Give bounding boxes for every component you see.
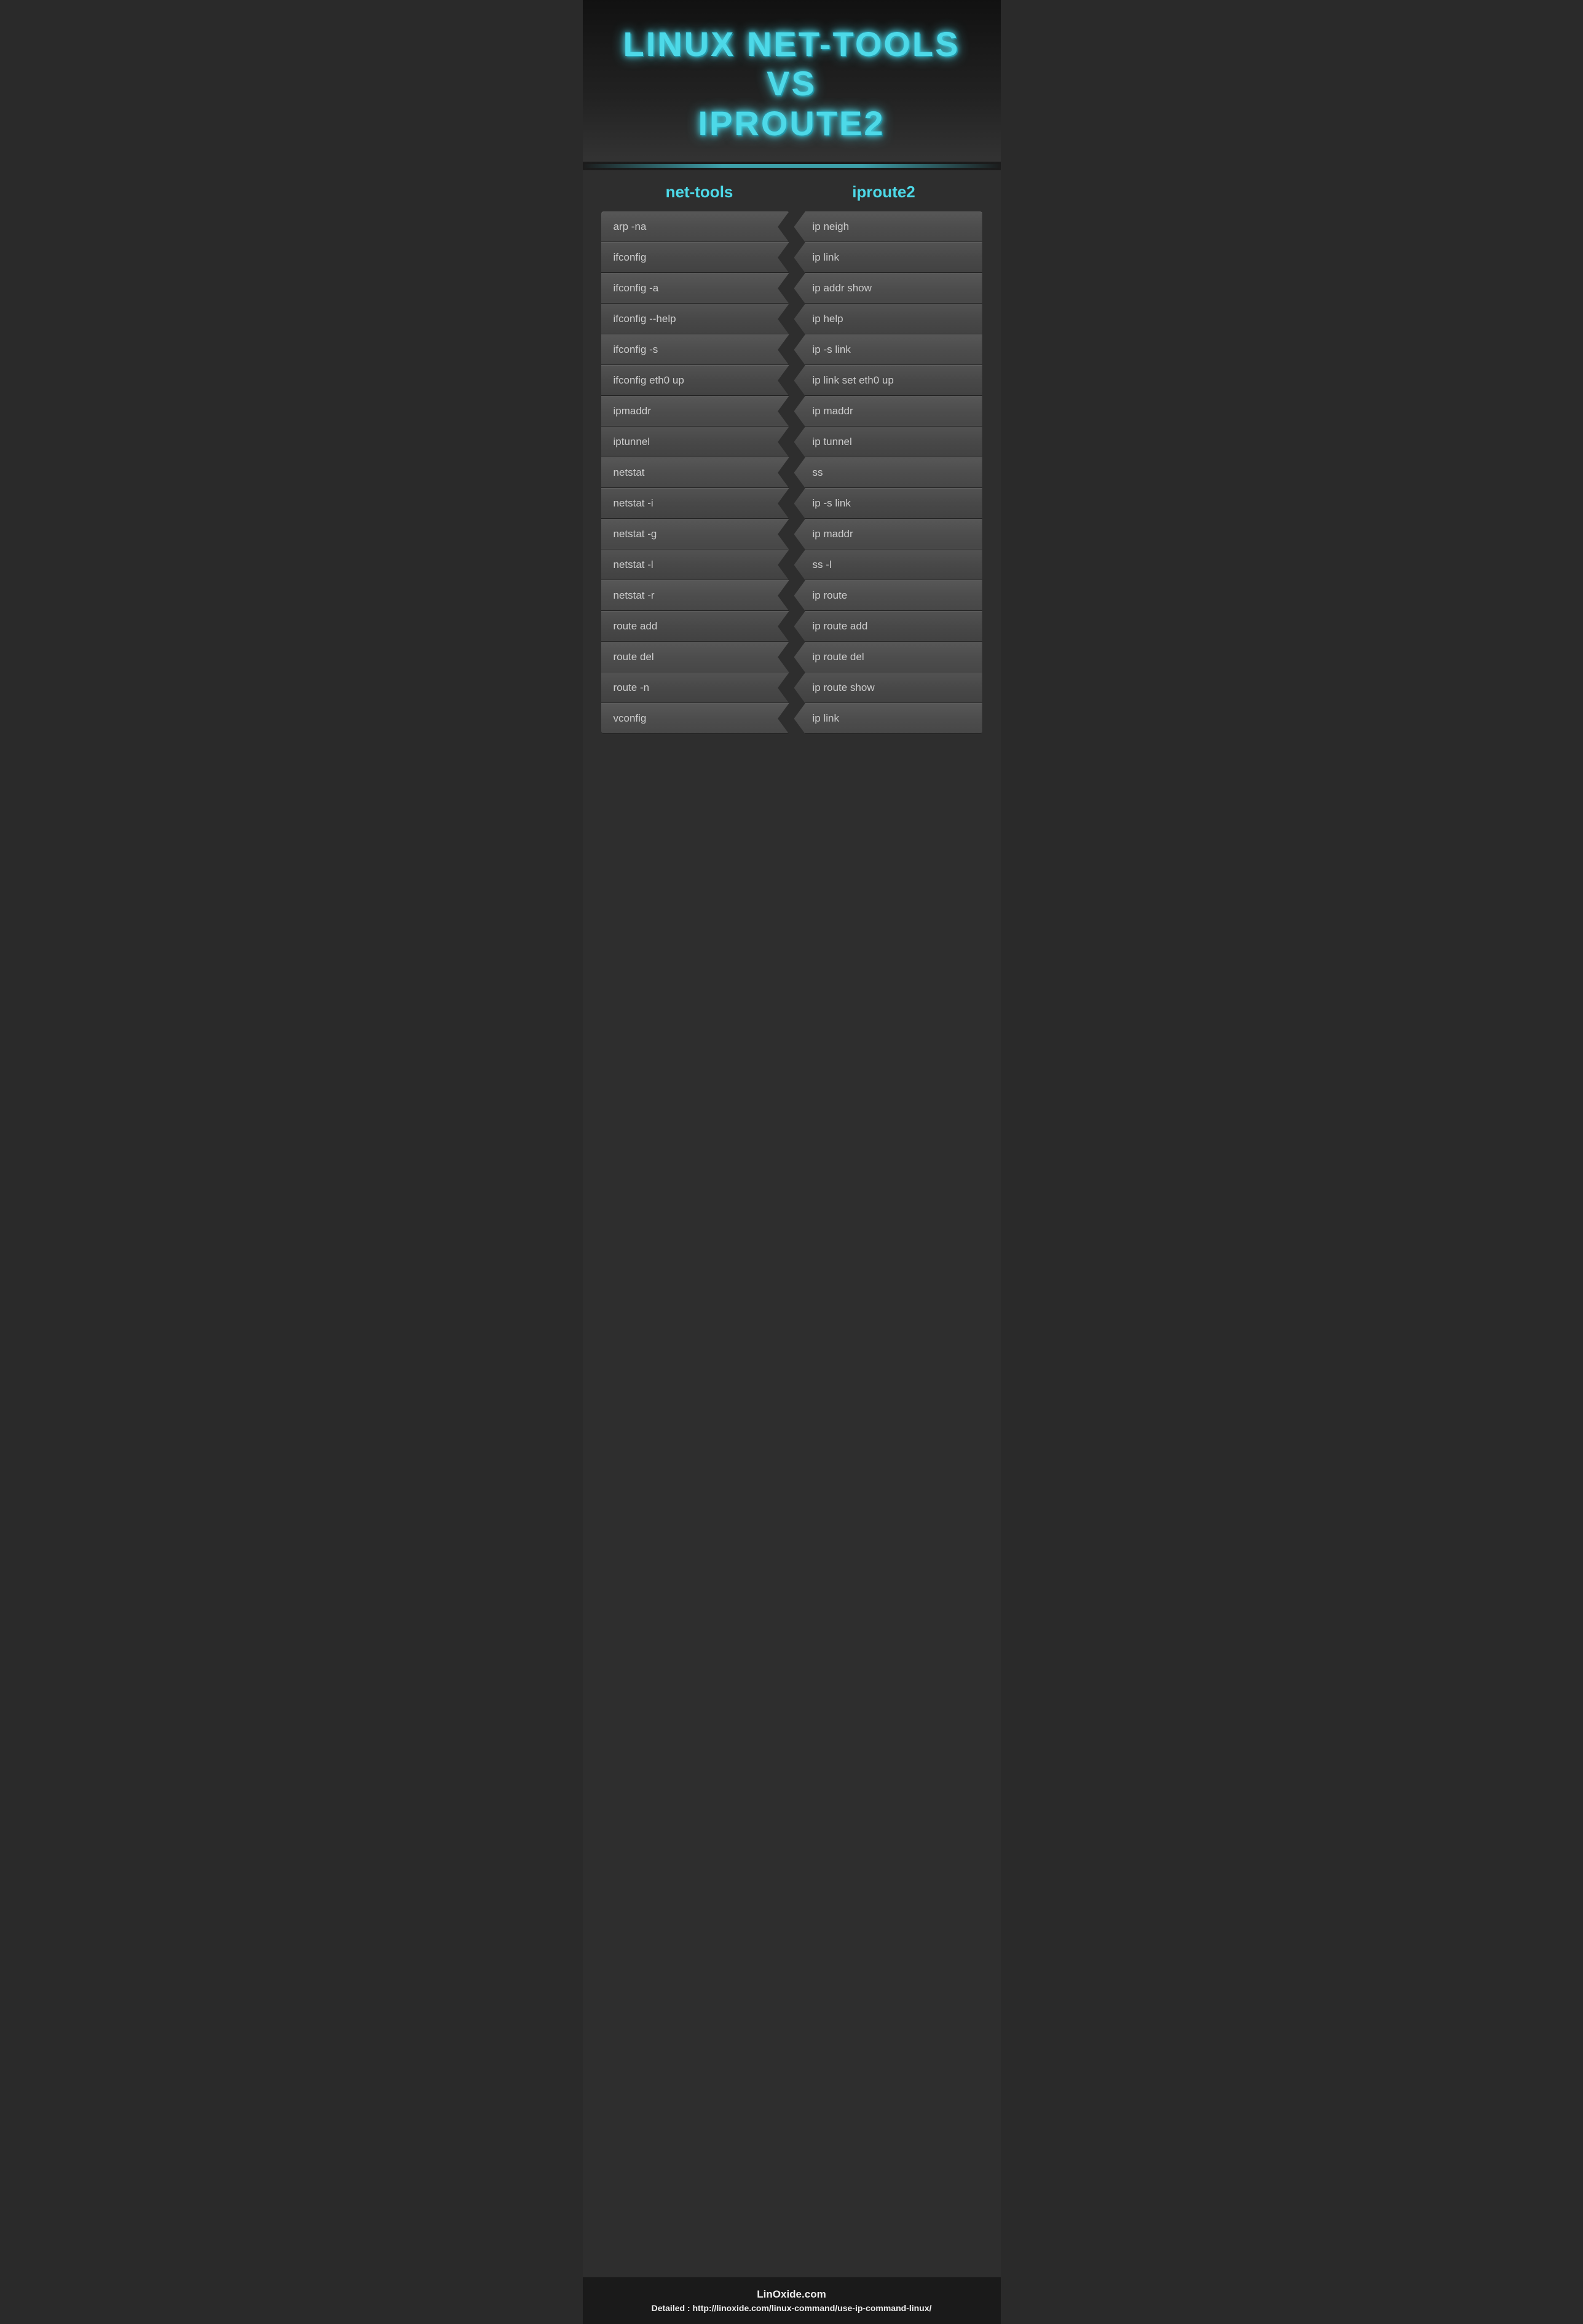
- column-headers: net-tools iproute2: [601, 183, 982, 202]
- table-row: route del: [601, 642, 789, 672]
- table-row: ip route add: [794, 611, 982, 642]
- table-row: ip route show: [794, 672, 982, 703]
- table-row: ip maddr: [794, 519, 982, 549]
- table-row: ifconfig -a: [601, 273, 789, 304]
- table-row: ip route del: [794, 642, 982, 672]
- table-row: netstat -g: [601, 519, 789, 549]
- page-title: LINUX NET-TOOLS VS IPROUTE2: [595, 25, 989, 143]
- table-row: ip route: [794, 580, 982, 611]
- table-row: ip link: [794, 242, 982, 273]
- footer: LinOxide.com Detailed : http://linoxide.…: [583, 2277, 1001, 2324]
- right-panel: ip neighip linkip addr showip helpip -s …: [794, 211, 982, 734]
- table-row: ipmaddr: [601, 396, 789, 427]
- table-row: arp -na: [601, 211, 789, 242]
- header: LINUX NET-TOOLS VS IPROUTE2: [583, 0, 1001, 162]
- table-row: ip link set eth0 up: [794, 365, 982, 396]
- right-col-header: iproute2: [801, 183, 967, 202]
- table-row: netstat -r: [601, 580, 789, 611]
- table-row: ifconfig --help: [601, 304, 789, 334]
- table-row: route -n: [601, 672, 789, 703]
- table-row: iptunnel: [601, 427, 789, 457]
- table-row: route add: [601, 611, 789, 642]
- footer-site: LinOxide.com: [595, 2288, 989, 2301]
- table-row: ifconfig eth0 up: [601, 365, 789, 396]
- table-row: ip link: [794, 703, 982, 734]
- table-row: ip tunnel: [794, 427, 982, 457]
- table-row: ss: [794, 457, 982, 488]
- table-row: ifconfig -s: [601, 334, 789, 365]
- table-row: ss -l: [794, 549, 982, 580]
- table-row: ip neigh: [794, 211, 982, 242]
- table-row: vconfig: [601, 703, 789, 734]
- table-row: ip help: [794, 304, 982, 334]
- table-row: netstat -i: [601, 488, 789, 519]
- table-row: ip -s link: [794, 334, 982, 365]
- table-row: netstat -l: [601, 549, 789, 580]
- table-row: ifconfig: [601, 242, 789, 273]
- left-panel: arp -naifconfigifconfig -aifconfig --hel…: [601, 211, 789, 734]
- table-row: netstat: [601, 457, 789, 488]
- table-row: ip -s link: [794, 488, 982, 519]
- footer-url: Detailed : http://linoxide.com/linux-com…: [595, 2303, 989, 2313]
- main-content: net-tools iproute2 arp -naifconfigifconf…: [583, 170, 1001, 2277]
- table-row: ip addr show: [794, 273, 982, 304]
- page-wrapper: LINUX NET-TOOLS VS IPROUTE2 net-tools ip…: [583, 0, 1001, 2324]
- table-row: ip maddr: [794, 396, 982, 427]
- divider: [583, 164, 1001, 168]
- left-col-header: net-tools: [617, 183, 783, 202]
- comparison-table: arp -naifconfigifconfig -aifconfig --hel…: [601, 211, 982, 734]
